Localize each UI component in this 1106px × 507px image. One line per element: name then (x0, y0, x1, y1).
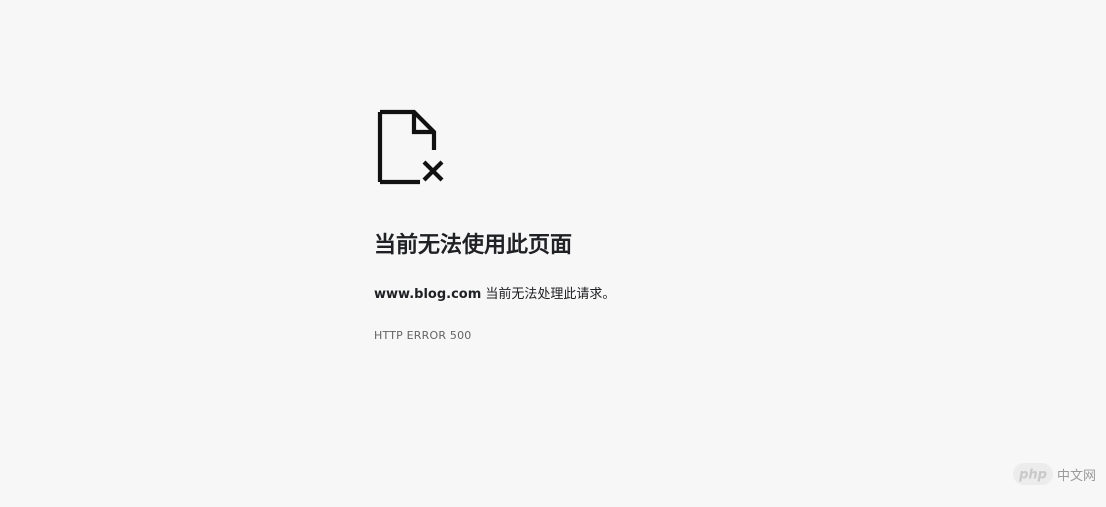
watermark-logo-text: php (1018, 468, 1047, 483)
error-code: HTTP ERROR 500 (374, 329, 472, 342)
php-logo-icon: php (1012, 463, 1053, 485)
watermark-text: 中文网 (1056, 468, 1096, 484)
error-message: www.blog.com 当前无法处理此请求。 (374, 284, 615, 306)
file-error-icon (374, 108, 450, 186)
watermark: php 中文网 (1012, 463, 1096, 485)
error-host: www.blog.com (374, 287, 482, 302)
error-message-text: 当前无法处理此请求。 (481, 287, 616, 302)
page-title: 当前无法使用此页面 (374, 233, 573, 258)
